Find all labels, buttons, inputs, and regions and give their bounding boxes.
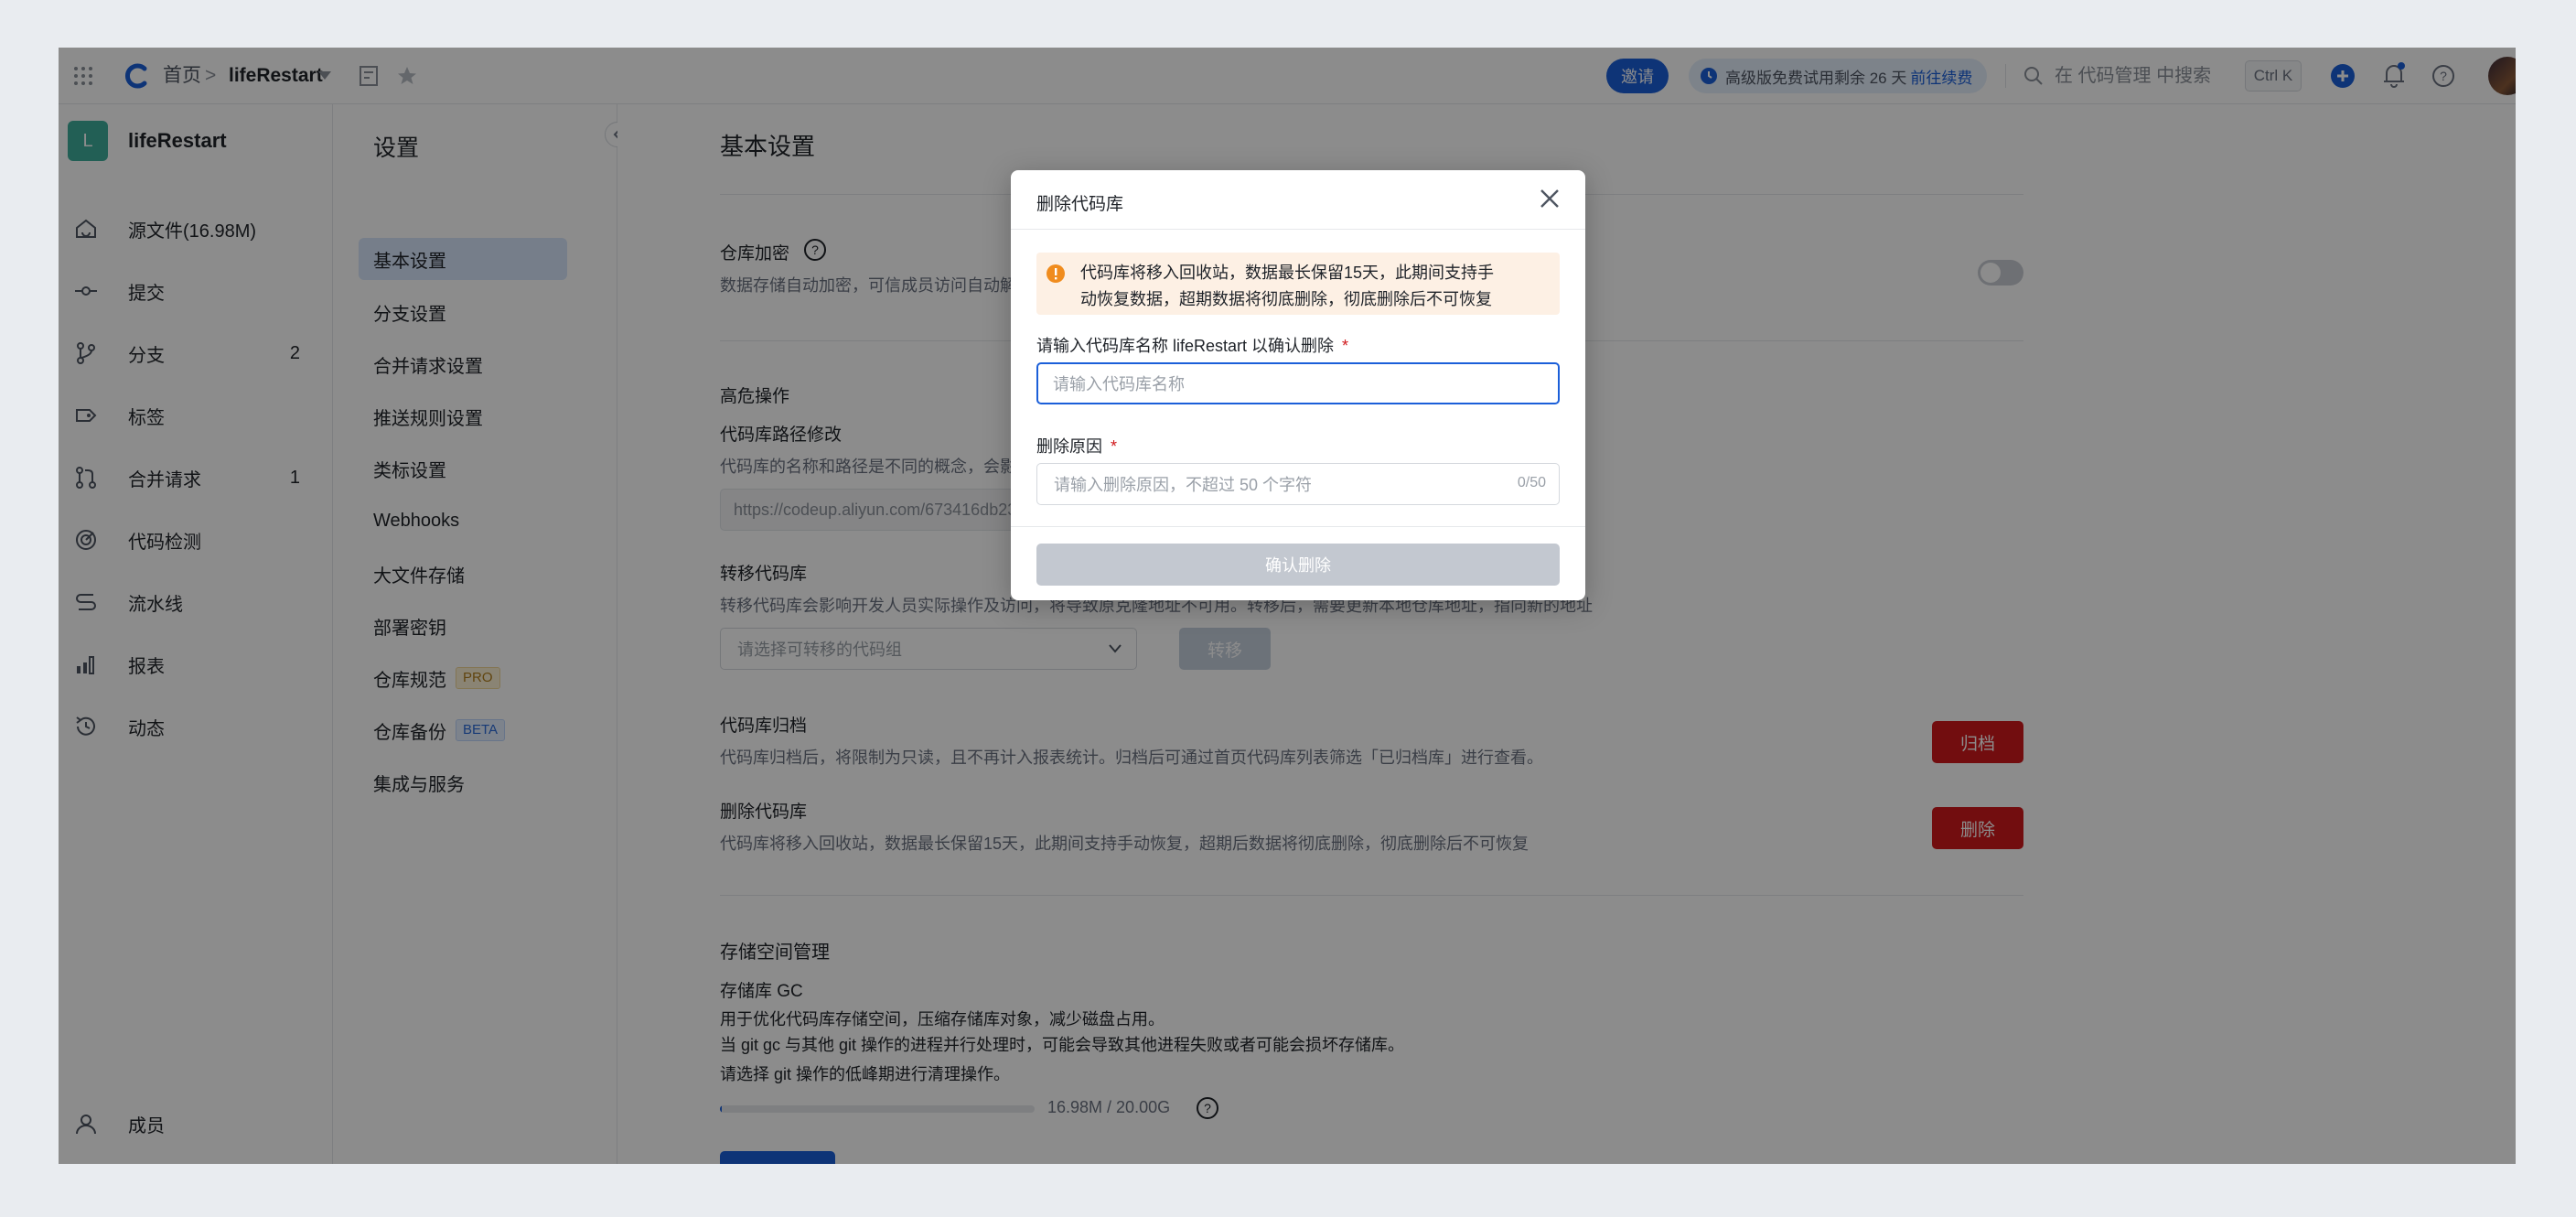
- reason-placeholder: 请输入删除原因，不超过 50 个字符: [1054, 476, 1313, 494]
- reason-input[interactable]: 请输入删除原因，不超过 50 个字符 0/50: [1036, 463, 1560, 505]
- reason-label: 删除原因 *: [1036, 434, 1117, 458]
- reason-counter: 0/50: [1517, 475, 1546, 490]
- warning-icon: [1046, 264, 1066, 284]
- reason-label-text: 删除原因: [1036, 437, 1102, 456]
- repo-name-input[interactable]: 请输入代码库名称: [1036, 362, 1560, 404]
- name-placeholder: 请输入代码库名称: [1053, 375, 1185, 393]
- dialog-divider: [1011, 229, 1585, 230]
- required-mark: *: [1111, 437, 1118, 456]
- confirm-label-text: 请输入代码库名称 lifeRestart 以确认删除: [1036, 337, 1335, 355]
- dialog-title: 删除代码库: [1036, 195, 1124, 214]
- dialog-footer-divider: [1011, 526, 1585, 527]
- warning-alert: 代码库将移入回收站，数据最长保留15天，此期间支持手 动恢复数据，超期数据将彻底…: [1036, 253, 1560, 315]
- warning-line-1: 代码库将移入回收站，数据最长保留15天，此期间支持手: [1080, 264, 1495, 282]
- confirm-delete-button[interactable]: 确认删除: [1036, 544, 1560, 586]
- confirm-name-label: 请输入代码库名称 lifeRestart 以确认删除 *: [1036, 333, 1348, 357]
- close-icon[interactable]: [1538, 187, 1562, 210]
- warning-line-2: 动恢复数据，超期数据将彻底删除，彻底删除后不可恢复: [1080, 290, 1492, 308]
- delete-repo-dialog: 删除代码库 代码库将移入回收站，数据最长保留15天，此期间支持手 动恢复数据，超…: [1011, 170, 1585, 600]
- required-mark: *: [1342, 337, 1349, 355]
- app-window: 首页 > lifeRestart 邀请 高级版免费试用剩余 26 天 前往续费 …: [59, 48, 2516, 1164]
